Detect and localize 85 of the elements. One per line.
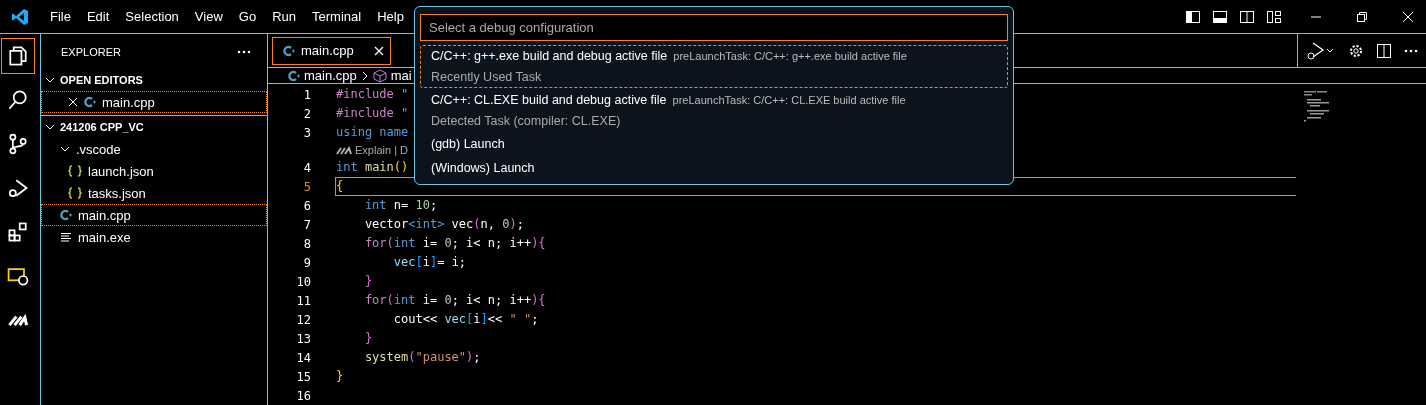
sidebar-title: EXPLORER [61,45,121,58]
file-tree-item[interactable]: main.cpp [41,204,267,226]
line-number: 1 [302,87,311,102]
line-number: 12 [295,312,311,327]
split-editor-icon[interactable] [1376,42,1392,59]
menu-item[interactable]: Go [230,9,265,24]
code-line: } [363,330,373,347]
line-number: 15 [295,369,311,384]
cube-icon [372,68,387,83]
debug-configuration-option[interactable]: C/C++: CL.EXE build and debug active file preLaunchTask: C/C++: CL.EXE build active file Detected Task (compiler: CL.EXE) [420,89,1008,132]
menu-item[interactable]: View [186,9,231,24]
close-icon[interactable] [1402,10,1414,23]
menu-item[interactable]: Run [264,9,304,24]
line-number: 9 [302,255,311,270]
section-header[interactable]: OPEN EDITORS [41,69,267,91]
chevron-icon [45,122,55,132]
json-file-icon [68,165,82,177]
line-number: 3 [302,125,311,140]
vscode-logo [11,7,29,26]
toggle-sidebar-icon[interactable] [1185,8,1201,25]
code-line: #include " [336,105,409,122]
editor-tab[interactable]: main.cpp [272,36,391,65]
file-tree-item[interactable]: main.exe [41,226,267,248]
line-number: 11 [295,293,311,308]
line-number: 4 [302,160,311,175]
split-layout-icon[interactable] [1239,8,1255,25]
file-tree-item[interactable]: tasks.json [41,182,267,204]
open-editor-item[interactable]: main.cpp [41,91,267,113]
search-field[interactable]: Select a debug configuration [420,14,1008,41]
line-number: 14 [295,350,311,365]
menu-item[interactable]: Selection [117,9,187,24]
more-icon[interactable] [237,49,251,54]
explorer-icon[interactable] [1,38,35,74]
code-line: vector<int> vec(n, 0); [363,216,524,233]
line-number: 2 [302,106,311,121]
file-lines-icon [60,231,72,243]
more-icon[interactable] [1404,48,1418,53]
chevron-icon [60,144,70,154]
chevron-icon [45,75,55,85]
line-number: 10 [295,274,311,289]
debug-configuration-option[interactable]: (Windows) Launch [420,157,1008,180]
code-line: for(int i= 0; i< n; i++){ [363,235,546,252]
assistant-icon [336,145,352,155]
toggle-panel-icon[interactable] [1212,8,1228,25]
code-line: system("pause"); [363,349,481,366]
breadcrumb-item[interactable]: mai [390,68,412,83]
menu-item[interactable]: Edit [78,9,118,24]
section-header[interactable]: 241206 CPP_VC [41,115,267,138]
run-debug-icon[interactable] [1306,40,1336,61]
codelens-links[interactable]: Explain | D [355,144,408,156]
file-tree-item[interactable]: .vscode [41,138,267,160]
code-line: } [363,273,373,290]
cpp-file-icon [60,209,72,221]
code-line: using name [336,124,409,141]
code-line: cout<< vec[i]<< " "; [392,311,539,328]
code-line: vec[i]= i; [392,254,467,271]
code-line: int n= 10; [363,197,438,214]
debug-configuration-option[interactable]: (gdb) Launch [420,133,1008,156]
code-line: int main() [336,159,409,176]
settings-icon[interactable] [1348,42,1364,59]
chevron-icon [360,70,369,81]
code-line: #include " [336,86,409,103]
code-line: { [336,178,344,195]
json-file-icon [68,187,82,199]
code-line: for(int i= 0; i< n; i++){ [363,292,546,309]
breadcrumb-item[interactable]: main.cpp [304,68,357,83]
file-tree-item[interactable]: launch.json [41,160,267,182]
cpp-file-icon [84,96,96,108]
menu-item[interactable]: Help [369,9,412,24]
cpp-file-icon [283,44,295,57]
menu-item[interactable]: Terminal [304,9,370,24]
line-number: 13 [295,331,311,346]
line-number: 6 [302,198,311,213]
line-number: 7 [302,217,311,232]
close-icon[interactable] [68,97,78,107]
layout-icon[interactable] [1266,8,1282,25]
debug-configuration-option[interactable]: C/C++: g++.exe build and debug active file preLaunchTask: C/C++: g++.exe build active file Recently Used Task [420,45,1008,88]
line-number: 5 [302,179,311,194]
menu-item[interactable]: File [42,9,79,24]
line-number: 16 [295,388,311,403]
close-icon[interactable] [373,45,384,56]
restore-icon[interactable] [1356,10,1368,23]
cpp-file-icon [288,69,300,82]
line-number: 8 [302,236,311,251]
code-line: } [336,368,344,385]
